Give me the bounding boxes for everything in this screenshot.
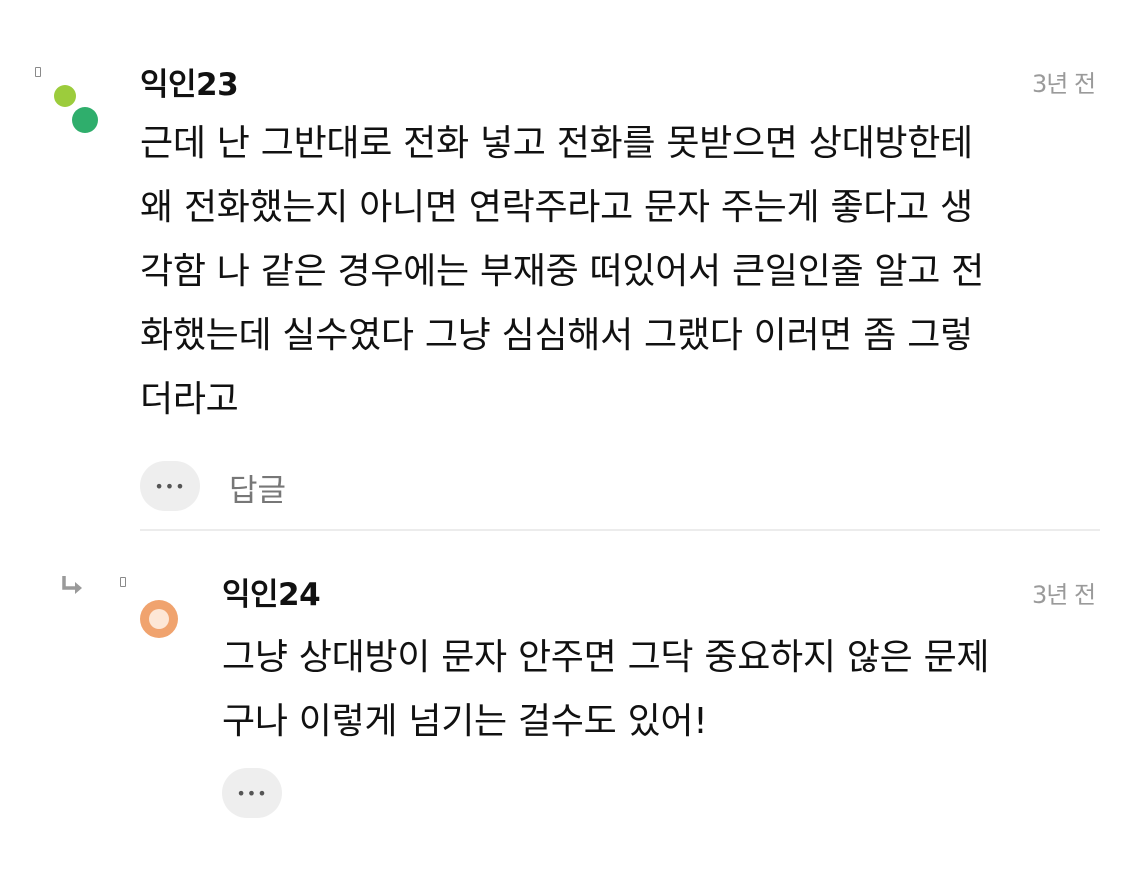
avatar-dot-large bbox=[72, 107, 98, 133]
more-options-button[interactable]: ••• bbox=[222, 768, 282, 818]
comment-body-line: 왜 전화했는지 아니면 연락주라고 문자 주는게 좋다고 생 bbox=[140, 187, 973, 228]
comment-timestamp: 3년 전 bbox=[1032, 70, 1096, 98]
comment-author[interactable]: 익인24 bbox=[222, 569, 321, 614]
comment-body: 근데 난 그반대로 전화 넣고 전화를 못받으면 상대방한테 왜 전화했는지 아… bbox=[140, 112, 984, 432]
reply-arrow-icon bbox=[62, 576, 82, 594]
comment-body: 그냥 상대방이 문자 안주면 그닥 중요하지 않은 문제 구나 이렇게 넘기는 … bbox=[222, 626, 990, 754]
reply-button[interactable]: 답글 bbox=[229, 465, 286, 510]
avatar-inner-dot bbox=[149, 609, 169, 629]
comment-author[interactable]: 익인23 bbox=[140, 59, 239, 104]
comment-body-line: 더라고 bbox=[140, 379, 239, 420]
more-options-button[interactable]: ••• bbox=[140, 461, 200, 511]
comment-body-line: 구나 이렇게 넘기는 걸수도 있어! bbox=[222, 701, 708, 742]
comment-body-line: 근데 난 그반대로 전화 넣고 전화를 못받으면 상대방한테 bbox=[140, 123, 973, 164]
comment-divider bbox=[140, 529, 1100, 531]
comment-body-line: 각함 나 같은 경우에는 부재중 떠있어서 큰일인줄 알고 전 bbox=[140, 251, 985, 292]
comment-marker-icon bbox=[120, 577, 126, 587]
comment-body-line: 화했는데 실수였다 그냥 심심해서 그랬다 이러면 좀 그렇 bbox=[140, 315, 973, 356]
avatar bbox=[140, 600, 178, 638]
more-dots-icon: ••• bbox=[154, 476, 186, 496]
comment-timestamp: 3년 전 bbox=[1032, 581, 1096, 609]
avatar-dot-small bbox=[54, 85, 76, 107]
comment-body-line: 그냥 상대방이 문자 안주면 그닥 중요하지 않은 문제 bbox=[222, 637, 990, 678]
comment-marker-icon bbox=[35, 67, 41, 77]
more-dots-icon: ••• bbox=[236, 783, 268, 803]
